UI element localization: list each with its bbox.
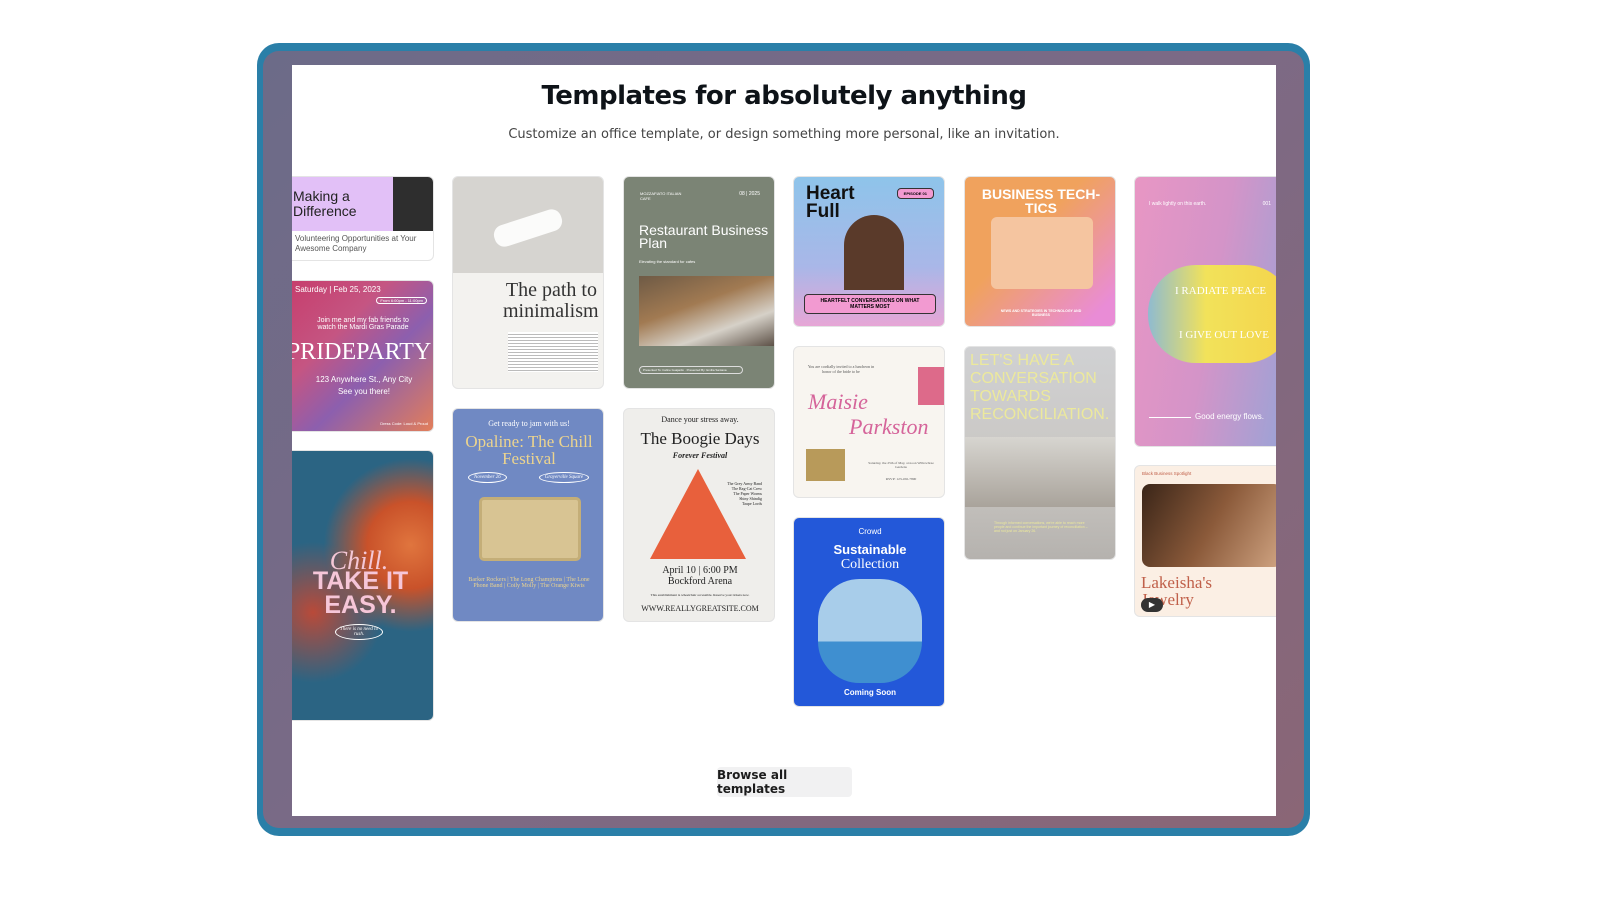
template-card-opaline-festival[interactable]: Get ready to jam with us! Opaline: The C… — [452, 408, 604, 622]
event-time: April 10 | 6:00 PM — [662, 565, 738, 576]
tagline: Elevating the standard for cafes — [639, 259, 696, 264]
templates-section: Templates for absolutely anything Custom… — [292, 65, 1276, 816]
address: 123 Anywhere St., Any City — [315, 375, 413, 384]
number: 001 — [1262, 201, 1271, 207]
event-place: Bockford Arena — [667, 576, 733, 587]
brand: MOZZAFIATO ITALIAN CAFE — [640, 191, 682, 201]
see-you: See you there! — [337, 387, 391, 396]
template-card-pride-party[interactable]: Saturday | Feb 25, 2023 From 6:00pm - 11… — [292, 280, 434, 432]
affirmation-2: I GIVE OUT LOVE — [1179, 329, 1269, 341]
episode-badge: EPISODE 01 — [896, 188, 934, 199]
card-title: The Boogie Days — [640, 429, 760, 448]
intro-text: Get ready to jam with us! — [488, 419, 570, 428]
affirmation-1: I RADIATE PEACE — [1175, 285, 1267, 297]
band-list: Barker Rockers | The Long Champions | Th… — [468, 577, 590, 589]
last-name: Parkston — [849, 414, 929, 439]
flower-photo — [918, 367, 944, 405]
template-card-maisie-parkston[interactable]: You are cordially invited to a luncheon … — [793, 346, 945, 498]
template-card-restaurant-plan[interactable]: MOZZAFIATO ITALIAN CAFE 08 | 2025 Restau… — [623, 176, 775, 389]
card-title: Opaline: The Chill Festival — [465, 432, 593, 468]
url: WWW.REALLYGREATSITE.COM — [641, 604, 759, 613]
template-card-heart-full[interactable]: Heart Full EPISODE 01 HEARTFELT CONVERSA… — [793, 176, 945, 327]
template-card-business-tech-tics[interactable]: BUSINESS TECH-TICS NEWS AND STRATEGIES I… — [964, 176, 1116, 327]
play-icon[interactable]: ▶ — [1141, 598, 1163, 612]
card-title: LET'S HAVE A CONVERSATION TOWARDS RECONC… — [970, 352, 1110, 423]
browse-all-templates-button[interactable]: Browse all templates — [717, 767, 852, 797]
template-card-boogie-days[interactable]: Dance your stress away. The Boogie Days … — [623, 408, 775, 622]
card-title: Sustainable — [833, 542, 907, 557]
card-title: BUSINESS TECH-TICS — [981, 186, 1101, 216]
template-card-reconciliation[interactable]: LET'S HAVE A CONVERSATION TOWARDS RECONC… — [964, 346, 1116, 560]
leaf-photo — [806, 449, 845, 481]
gradient-pill — [1148, 265, 1276, 363]
tagline: HEARTFELT CONVERSATIONS ON WHAT MATTERS … — [804, 294, 936, 314]
top-text: I walk lightly on this earth. — [1149, 201, 1207, 207]
dress-code: Dress Code: Loud & Proud — [380, 421, 428, 426]
card-title: Restaurant Business Plan — [639, 222, 769, 251]
tagline: NEWS AND STRATEGIES IN TECHNOLOGY AND BU… — [1000, 309, 1082, 317]
brand: Crowd — [858, 527, 882, 536]
card-title: PRIDEPARTY — [292, 339, 432, 365]
bottom-text: Good energy flows. — [1195, 412, 1264, 421]
invite-text: Join me and my fab friends to watch the … — [317, 317, 409, 331]
lineup: The Grey Army Band The Rag-Cat Crew The … — [727, 481, 762, 506]
opera-house-photo — [965, 437, 1115, 507]
cafe-photo — [639, 276, 774, 346]
shoe-photo — [818, 579, 922, 683]
card-title: Heart Full — [806, 183, 855, 222]
intro-text: Dance your stress away. — [661, 415, 739, 424]
card-subtitle: Collection — [840, 557, 900, 572]
body-text: Through informed conversations, we're ab… — [994, 521, 1088, 533]
note: This establishment is wheelchair accessi… — [650, 593, 750, 597]
first-name: Maisie — [808, 389, 868, 414]
event-time: From 6:00pm - 11:00pm — [376, 297, 427, 304]
event-date: November 26 — [468, 472, 507, 483]
host-photo — [991, 217, 1093, 289]
card-title: TAKE IT EASY. — [312, 567, 409, 619]
template-card-making-a-difference[interactable]: Making a Difference Volunteering Opportu… — [292, 176, 434, 261]
page-title: Templates for absolutely anything — [541, 81, 1027, 111]
template-card-lakeisha-jewelry[interactable]: Black Business Spotlight Lakeisha's Jewe… — [1134, 465, 1276, 617]
page-subtitle: Customize an office template, or design … — [508, 127, 1060, 142]
template-card-take-it-easy[interactable]: Chill. TAKE IT EASY. There is no need to… — [292, 450, 434, 721]
event-date: Saturday | Feb 25, 2023 — [295, 285, 381, 294]
template-card-sustainable-collection[interactable]: Crowd Sustainable Collection Coming Soon — [793, 517, 945, 707]
event-details: Saturday, the 25th of May, at noon Willo… — [868, 461, 934, 469]
jewelry-photo — [1142, 484, 1276, 567]
note: There is no need to rush. — [335, 624, 383, 640]
footer: Presented To: Celine Guajardo · Presente… — [639, 366, 743, 374]
template-card-path-to-minimalism[interactable]: The path to minimalism — [452, 176, 604, 389]
script-text: Forever Festival — [672, 451, 728, 460]
host-photo — [844, 215, 904, 290]
cassette-image — [479, 497, 581, 561]
plan-date: 08 | 2025 — [739, 191, 760, 197]
rsvp: RSVP: 123-456-7890 — [885, 477, 917, 481]
card-title: Making a Difference — [293, 188, 357, 219]
label: Black Business Spotlight — [1142, 471, 1192, 476]
footer: Coming Soon — [844, 688, 896, 697]
template-card-radiate-peace[interactable]: I walk lightly on this earth. 001 I RADI… — [1134, 176, 1276, 447]
card-caption: Volunteering Opportunities at Your Aweso… — [295, 234, 417, 253]
card-title: The path to minimalism — [503, 279, 599, 322]
invite-text: You are cordially invited to a luncheon … — [807, 364, 875, 374]
event-place: Grayerville Square — [538, 472, 589, 483]
